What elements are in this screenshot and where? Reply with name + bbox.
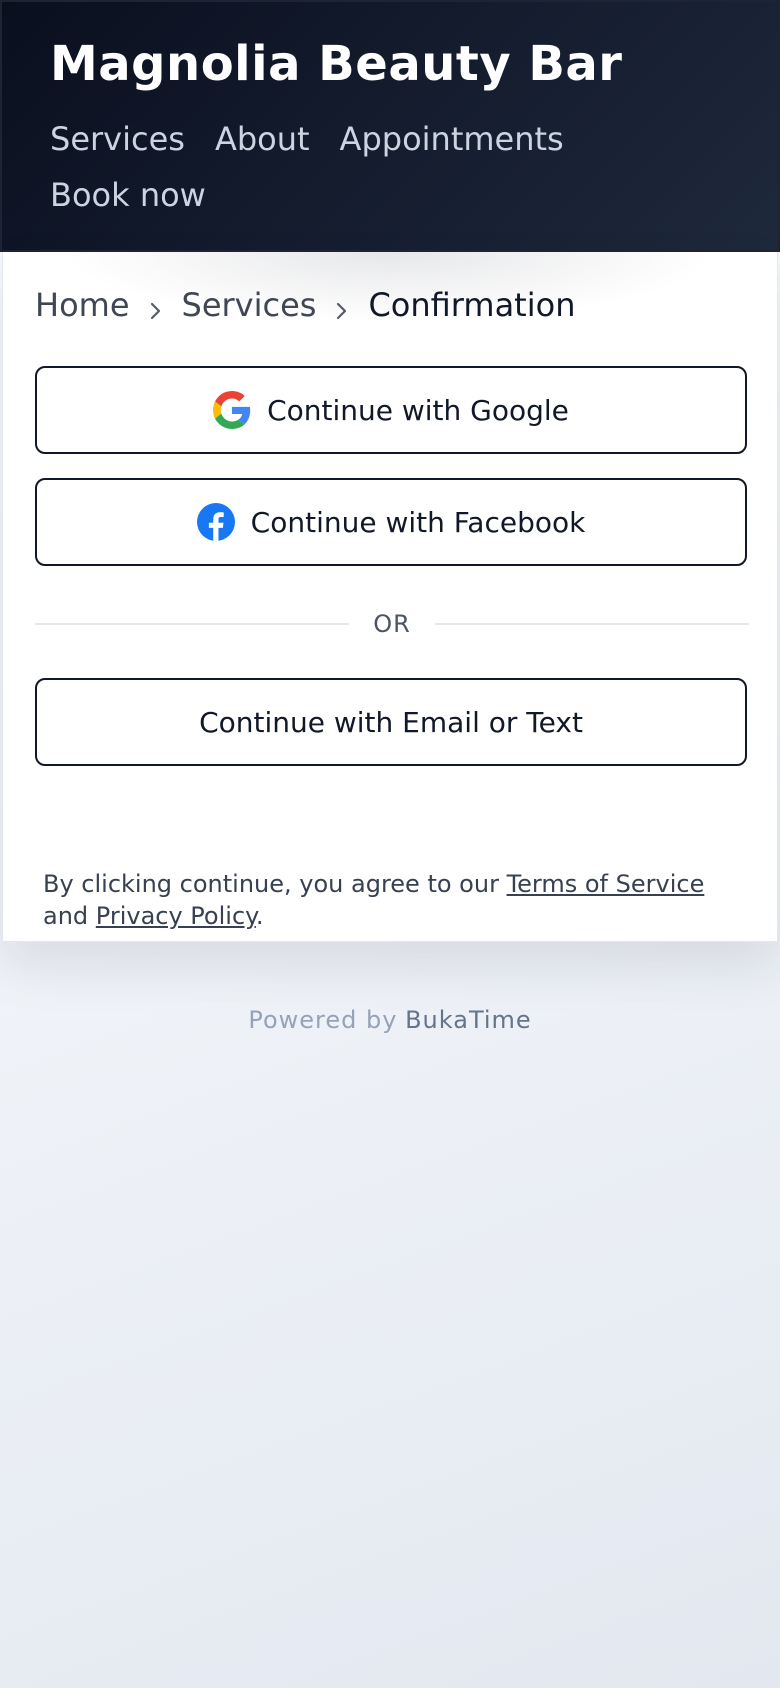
breadcrumb-current: Confirmation [368,286,576,324]
breadcrumb: Home Services Confirmation [35,286,575,324]
terms-of-service-link[interactable]: Terms of Service [507,870,705,898]
divider-line-right [434,623,750,625]
site-header: Magnolia Beauty Bar Services About Appoint… [0,0,780,252]
powered-by-footer: Powered by BukaTime [0,1006,780,1034]
google-button-label: Continue with Google [267,393,569,427]
terms-notice: By clicking continue, you agree to our T… [43,868,743,932]
terms-suffix: . [255,902,264,930]
bukatime-link[interactable]: BukaTime [405,1006,532,1034]
breadcrumb-home[interactable]: Home [35,286,130,324]
continue-with-google-button[interactable]: Continue with Google [35,366,747,454]
main-nav: Services About Appointments Book now [50,116,690,228]
privacy-policy-link[interactable]: Privacy Policy [96,902,256,930]
nav-about[interactable]: About [215,116,310,172]
chevron-right-icon [148,293,164,320]
nav-book-now[interactable]: Book now [50,172,206,228]
facebook-button-label: Continue with Facebook [250,505,586,539]
or-label: OR [373,610,411,638]
chevron-right-icon [334,293,350,320]
terms-prefix: By clicking continue, you agree to our [43,870,507,898]
brand-title[interactable]: Magnolia Beauty Bar [50,36,622,92]
nav-services[interactable]: Services [50,116,185,172]
google-g-icon [213,391,251,429]
nav-appointments[interactable]: Appointments [340,116,564,172]
facebook-icon [196,503,235,541]
terms-middle: and [43,902,96,930]
continue-with-email-button[interactable]: Continue with Email or Text [35,678,747,766]
powered-by-label: Powered by [248,1006,398,1034]
auth-card: Home Services Confirmation Continue with… [2,252,778,942]
continue-with-facebook-button[interactable]: Continue with Facebook [35,478,747,566]
divider-line-left [35,623,350,625]
breadcrumb-services[interactable]: Services [182,286,317,324]
email-button-label: Continue with Email or Text [199,705,583,739]
or-divider: OR [35,606,750,642]
